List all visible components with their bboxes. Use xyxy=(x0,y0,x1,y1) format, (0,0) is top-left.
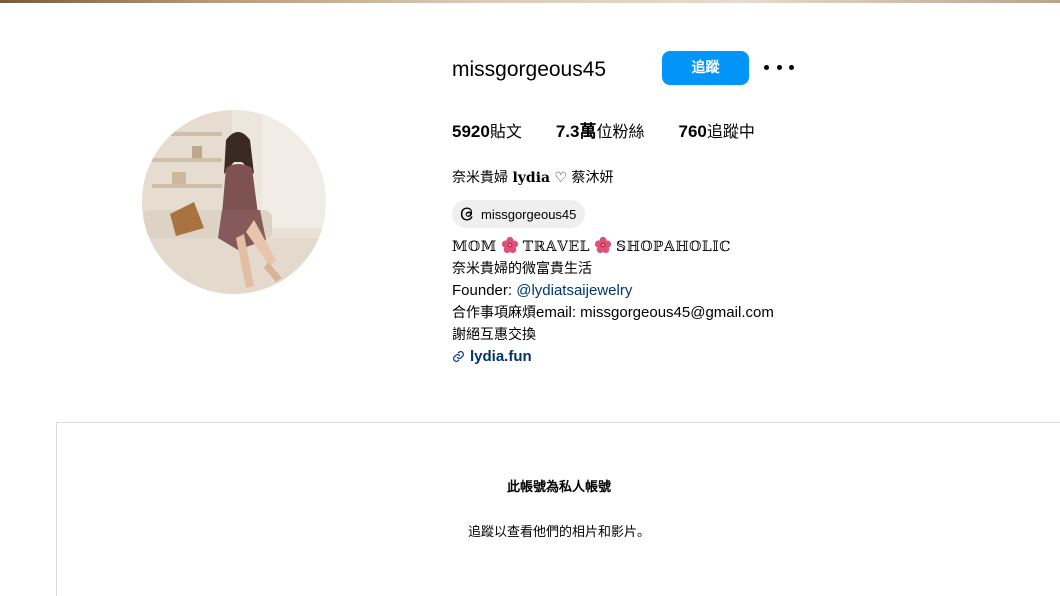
more-dot xyxy=(776,64,782,70)
bio-line-5: 謝絕互惠交換 xyxy=(452,327,536,343)
following-stat[interactable]: 760追蹤中 xyxy=(679,120,755,144)
profile-page: missgorgeous45 追蹤 5920貼文 7.3萬位粉絲 760追蹤中 … xyxy=(0,0,1060,596)
private-account-panel: 此帳號為私人帳號 追蹤以查看他們的相片和影片。 xyxy=(56,422,1060,596)
username: missgorgeous45 xyxy=(452,58,607,81)
website-row: lydia.fun xyxy=(452,346,774,368)
hibiscus-icon xyxy=(594,236,612,261)
full-name: 奈米貴婦 𝐥𝐲𝐝𝐢𝐚 ♡ 蔡沐妍 xyxy=(452,167,614,189)
follow-button[interactable]: 追蹤 xyxy=(662,51,749,85)
link-icon xyxy=(452,348,465,370)
more-options-icon[interactable] xyxy=(764,54,794,80)
posts-stat: 5920貼文 xyxy=(452,120,522,144)
profile-avatar[interactable] xyxy=(142,110,326,294)
bio-line-contact: 合作事項麻煩email: missgorgeous45@gmail.com xyxy=(452,302,774,324)
contact-email: email: missgorgeous45@gmail.com xyxy=(536,304,774,321)
bio: 𝕄𝕆𝕄 𝕋ℝ𝔸𝕍𝔼𝕃 𝕊ℍ𝕆ℙ𝔸ℍ𝕆𝕃𝕀ℂ 奈米貴婦的微富貴生活 Founder: … xyxy=(452,236,774,368)
more-dot xyxy=(764,64,769,70)
followers-count: 7.3萬 xyxy=(555,122,597,141)
founder-link[interactable]: @lydiatsaijewelry xyxy=(516,282,632,299)
following-count: 760 xyxy=(678,122,707,141)
threads-handle: missgorgeous45 xyxy=(481,206,577,222)
top-image-strip xyxy=(0,0,1060,3)
bio-tag-shopaholic: 𝕊ℍ𝕆ℙ𝔸ℍ𝕆𝕃𝕀ℂ xyxy=(616,239,731,255)
profile-stats: 5920貼文 7.3萬位粉絲 760追蹤中 xyxy=(452,120,789,144)
private-account-title: 此帳號為私人帳號 xyxy=(506,480,611,495)
full-name-prefix: 奈米貴婦 xyxy=(452,170,513,186)
followers-stat[interactable]: 7.3萬位粉絲 xyxy=(556,120,645,144)
more-dot xyxy=(789,64,794,70)
founder-prefix: Founder: xyxy=(452,282,517,299)
avatar-photo-icon xyxy=(142,110,326,294)
bio-tag-mom: 𝕄𝕆𝕄 xyxy=(452,239,497,255)
threads-icon xyxy=(458,205,476,223)
contact-prefix: 合作事項麻煩 xyxy=(452,305,536,321)
full-name-suffix: ♡ 蔡沐妍 xyxy=(550,170,614,186)
website-link[interactable]: lydia.fun xyxy=(470,348,532,365)
bio-line-tags: 𝕄𝕆𝕄 𝕋ℝ𝔸𝕍𝔼𝕃 𝕊ℍ𝕆ℙ𝔸ℍ𝕆𝕃𝕀ℂ xyxy=(452,236,774,258)
threads-badge[interactable]: missgorgeous45 xyxy=(452,200,586,228)
followers-label: 位粉絲 xyxy=(596,122,645,141)
bio-tag-travel: 𝕋ℝ𝔸𝕍𝔼𝕃 xyxy=(522,239,590,255)
full-name-fancy: 𝐥𝐲𝐝𝐢𝐚 xyxy=(512,170,551,186)
posts-count: 5920 xyxy=(452,122,490,141)
following-label: 追蹤中 xyxy=(706,122,755,141)
posts-label: 貼文 xyxy=(489,122,522,141)
private-account-subtitle: 追蹤以查看他們的相片和影片。 xyxy=(467,525,650,540)
bio-line-2: 奈米貴婦的微富貴生活 xyxy=(452,261,592,277)
bio-line-founder: Founder: @lydiatsaijewelry xyxy=(452,280,774,302)
